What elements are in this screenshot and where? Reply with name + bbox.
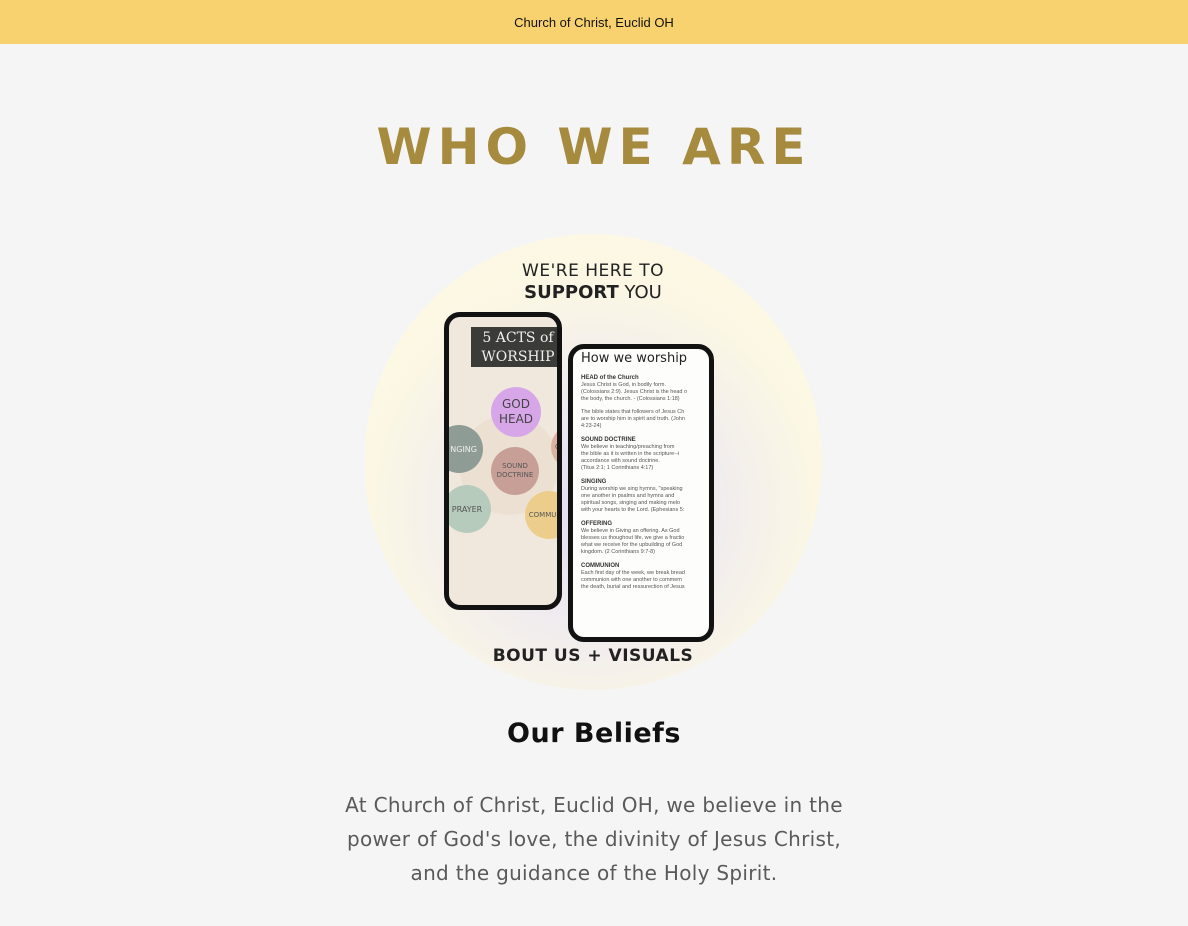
worship-section-line: Jesus Christ is God, in bodily form. xyxy=(581,382,666,388)
worship-section-head: COMMUNION xyxy=(581,563,620,569)
worship-section-line: We believe in teaching/preaching from xyxy=(581,444,675,450)
worship-section-line: accordance with sound doctrine. xyxy=(581,458,660,464)
worship-section-head: OFFERING xyxy=(581,521,612,527)
worship-section-line: During worship we sing hymns, "speaking xyxy=(581,486,683,492)
announcement-bar: Church of Christ, Euclid OH xyxy=(0,0,1188,44)
worship-section-head: SOUND DOCTRINE xyxy=(581,437,636,443)
site-title[interactable]: Church of Christ, Euclid OH xyxy=(514,15,674,30)
worship-section-line: 4:23-24) xyxy=(581,423,602,429)
hero-tagline-line2: SUPPORT YOU xyxy=(364,282,822,304)
worship-section-line: blesses us thoughout life, we give a fra… xyxy=(581,535,685,541)
hero-image: WE'RE HERE TO SUPPORT YOU 5 ACTS of WORS… xyxy=(364,234,822,690)
phone-acts-of-worship: 5 ACTS of WORSHIP GOD HEAD NGING SOUND D… xyxy=(444,312,562,610)
circle-doctrine: SOUND DOCTRINE xyxy=(491,447,539,495)
worship-section-line: with your hearts to the Lord. (Ephesians… xyxy=(581,507,685,513)
worship-section: The bible states that followers of Jesus… xyxy=(581,409,701,430)
hero-tagline-bold: SUPPORT xyxy=(524,282,619,303)
worship-section-line: one another in psalms and hymns and xyxy=(581,493,675,499)
hero-tagline-line1: WE'RE HERE TO xyxy=(522,261,664,281)
circle-prayer: PRAYER xyxy=(449,485,491,533)
circle-godhead: GOD HEAD xyxy=(491,387,541,437)
worship-section-line: We believe in Giving an offering. As God xyxy=(581,528,680,534)
hero-bottom-caption: BOUT US + VISUALS xyxy=(492,646,694,666)
worship-section: SOUND DOCTRINE We believe in teaching/pr… xyxy=(581,436,701,472)
beliefs-title: Our Beliefs xyxy=(507,718,681,749)
worship-section-line: the death, burial and ressurection of Je… xyxy=(581,584,685,590)
worship-section: COMMUNION Each first day of the week, we… xyxy=(581,562,701,591)
phone-how-we-worship: How we worship HEAD of the Church Jesus … xyxy=(568,344,714,642)
worship-section-line: kingdom. (2 Corinthians 9:7-8) xyxy=(581,549,655,555)
worship-section-line: the body, the church. - (Colossians 1:18… xyxy=(581,396,680,402)
worship-section: OFFERING We believe in Giving an offerin… xyxy=(581,520,701,556)
section-heading: WHO WE ARE xyxy=(376,118,812,176)
worship-section: HEAD of the Church Jesus Christ is God, … xyxy=(581,374,701,403)
worship-section: SINGING During worship we sing hymns, "s… xyxy=(581,478,701,514)
hero-tagline: WE'RE HERE TO SUPPORT YOU xyxy=(364,260,822,304)
acts-title-box: 5 ACTS of WORSHIP xyxy=(471,327,557,367)
circle-communion: COMMUNIO xyxy=(525,491,557,539)
worship-section-line: the bible as it is written in the script… xyxy=(581,451,680,457)
worship-section-line: spiritual songs, singing and making melo xyxy=(581,500,681,506)
worship-section-line: what we receive for the upbuilding of Go… xyxy=(581,542,683,548)
beliefs-text: At Church of Christ, Euclid OH, we belie… xyxy=(345,793,843,885)
worship-section-head: HEAD of the Church xyxy=(581,375,639,381)
worship-section-line: (Colossians 2:9). Jesus Christ is the he… xyxy=(581,389,688,395)
worship-section-line: are to worship him in spirit and truth. … xyxy=(581,416,685,422)
worship-section-line: communion with one another to commem xyxy=(581,577,682,583)
hero-tagline-rest: YOU xyxy=(618,282,662,303)
worship-section-line: Each first day of the week, we break bre… xyxy=(581,570,685,576)
worship-section-head: SINGING xyxy=(581,479,607,485)
worship-section-line: (Titus 2:1; 1 Corinthians 4:17) xyxy=(581,465,654,471)
worship-section-line: The bible states that followers of Jesus… xyxy=(581,409,685,415)
how-we-worship-title: How we worship xyxy=(581,351,688,366)
